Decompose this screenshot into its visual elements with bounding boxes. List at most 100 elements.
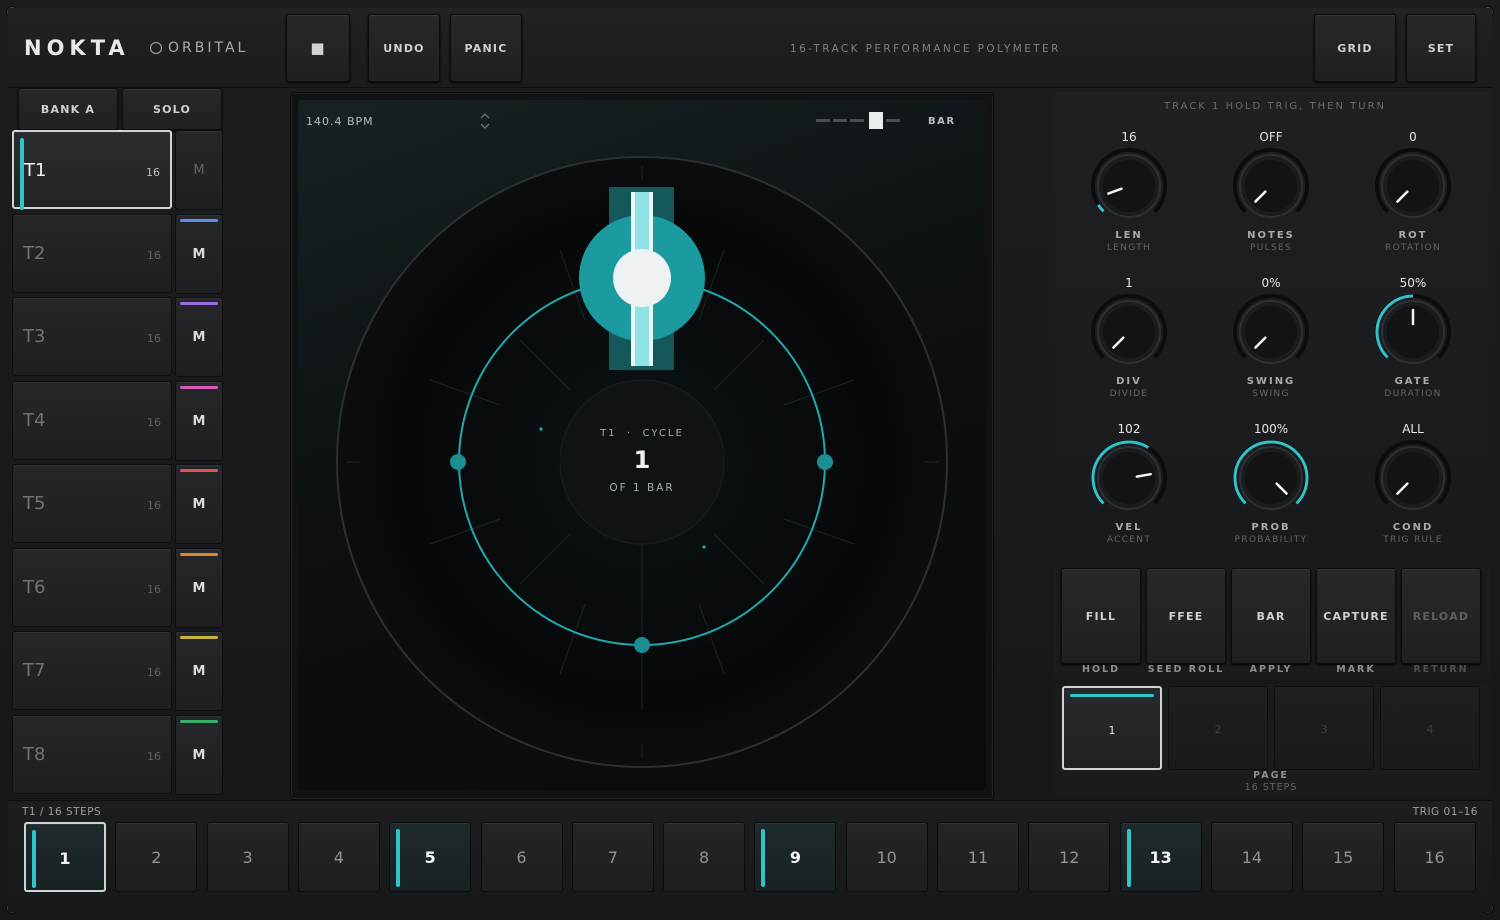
knob-notes[interactable] (1231, 146, 1311, 226)
track-name: T2 (23, 242, 46, 264)
step-button-8[interactable]: 8 (663, 822, 746, 892)
step-number: 8 (699, 848, 710, 867)
knob-sublabel: DURATION (1384, 389, 1442, 399)
knob-value: 100% (1253, 422, 1289, 436)
knob-swing[interactable] (1231, 292, 1311, 372)
action-sublabel: APPLY (1249, 664, 1293, 675)
step-number: 15 (1333, 848, 1354, 867)
step-button-7[interactable]: 7 (571, 822, 654, 892)
step-number: 6 (516, 848, 527, 867)
step-button-5[interactable]: 5 (389, 822, 472, 892)
step-button-15[interactable]: 15 (1302, 822, 1385, 892)
action-sublabel: HOLD (1082, 664, 1120, 675)
track-color-strip (180, 385, 218, 389)
step-number: 16 (1424, 848, 1445, 867)
bank-button[interactable]: BANK A (18, 88, 118, 130)
mute-button-t7[interactable]: M (175, 631, 223, 711)
mute-button-t1[interactable]: M (175, 130, 223, 210)
knob-div[interactable] (1089, 292, 1169, 372)
orbit-ring-icon (150, 42, 162, 54)
undo-button[interactable]: UNDO (368, 14, 440, 82)
step-button-3[interactable]: 3 (206, 822, 289, 892)
step-button-4[interactable]: 4 (297, 822, 380, 892)
track-step-count: 16 (147, 415, 161, 429)
tempo-stepper-icon[interactable] (478, 110, 492, 132)
page-button-3[interactable]: 3 (1274, 686, 1374, 770)
bar-scale-slider[interactable] (814, 110, 904, 132)
knob-value: OFF (1259, 130, 1283, 144)
mute-button-t4[interactable]: M (175, 380, 223, 461)
knob-prob[interactable] (1231, 438, 1311, 518)
action-fill-button[interactable]: FILL (1061, 568, 1141, 664)
track-name: T4 (23, 409, 46, 431)
knob-sublabel: PROBABILITY (1234, 535, 1308, 545)
knob-vel[interactable] (1089, 438, 1169, 518)
step-button-11[interactable]: 11 (937, 822, 1019, 892)
mute-button-t5[interactable]: M (175, 464, 223, 544)
orbit-step-marker (450, 454, 466, 470)
mode-label: ORBITAL (168, 40, 249, 56)
track-button-t3[interactable]: T3 16 (12, 297, 172, 376)
knob-value: 16 (1121, 130, 1137, 144)
page-button-1[interactable]: 1 (1062, 686, 1162, 770)
mute-label: M (192, 747, 206, 763)
mute-button-t8[interactable]: M (175, 714, 223, 795)
knob-gate[interactable] (1373, 292, 1453, 372)
action-sublabel: SEED ROLL (1147, 664, 1225, 675)
track-color-strip (180, 552, 218, 556)
track-button-t4[interactable]: T4 16 (12, 380, 172, 460)
action-reload-button[interactable]: RELOAD (1401, 568, 1481, 664)
step-track-label: T1 / 16 STEPS (22, 806, 102, 818)
knob-rot[interactable] (1373, 146, 1453, 226)
action-capture-button[interactable]: CAPTURE (1316, 568, 1396, 664)
page-sublabel: 16 STEPS (1244, 782, 1298, 793)
action-ffee-button[interactable]: FFEE (1146, 568, 1226, 664)
stop-button[interactable]: ■ (286, 14, 350, 82)
mute-label: M (192, 580, 206, 596)
track-button-t5[interactable]: T5 16 (12, 464, 172, 543)
knob-sublabel: LENGTH (1106, 243, 1152, 253)
mute-label: M (192, 497, 206, 512)
step-button-14[interactable]: 14 (1210, 822, 1293, 892)
step-button-10[interactable]: 10 (845, 822, 928, 892)
step-button-1[interactable]: 1 (24, 822, 106, 892)
track-button-t6[interactable]: T6 16 (12, 547, 172, 627)
solo-button[interactable]: SOLO (122, 88, 222, 130)
knob-cond[interactable] (1373, 438, 1453, 518)
knob-value: 0 (1409, 130, 1417, 144)
grid-button[interactable]: GRID (1314, 14, 1396, 82)
knob-label: ROT (1398, 230, 1428, 241)
step-button-16[interactable]: 16 (1393, 822, 1476, 892)
track-color-strip (180, 218, 218, 222)
step-button-2[interactable]: 2 (115, 822, 198, 892)
step-button-6[interactable]: 6 (480, 822, 563, 892)
track-step-count: 16 (146, 166, 160, 179)
mute-button-t3[interactable]: M (175, 297, 223, 377)
tempo-readout[interactable]: 140.4 BPM (306, 115, 374, 128)
knob-len[interactable] (1089, 146, 1169, 226)
panic-button[interactable]: PANIC (450, 14, 522, 82)
action-bar-button[interactable]: BAR (1231, 568, 1311, 664)
track-button-t7[interactable]: T7 16 (12, 631, 172, 710)
track-name: T3 (23, 326, 46, 347)
page-button-4[interactable]: 4 (1380, 686, 1480, 770)
page-active-indicator (1070, 694, 1154, 697)
page-button-2[interactable]: 2 (1168, 686, 1268, 770)
step-button-9[interactable]: 9 (754, 822, 837, 892)
step-button-13[interactable]: 13 (1119, 822, 1202, 892)
knob-label: DIV (1116, 376, 1142, 387)
playhead-dot (613, 249, 671, 307)
mute-button-t2[interactable]: M (175, 213, 223, 294)
brand-logo: NOKTA (24, 36, 130, 60)
track-step-count: 16 (147, 248, 161, 262)
knob-sublabel: DIVIDE (1109, 389, 1149, 399)
mute-button-t6[interactable]: M (175, 547, 223, 628)
set-button[interactable]: SET (1406, 14, 1476, 82)
track-name: T8 (23, 743, 46, 765)
track-name: T1 (24, 160, 47, 181)
mode-indicator: ORBITAL (150, 40, 248, 56)
step-button-12[interactable]: 12 (1028, 822, 1111, 892)
track-button-t2[interactable]: T2 16 (12, 213, 172, 293)
track-button-t8[interactable]: T8 16 (12, 714, 172, 794)
track-button-t1[interactable]: T1 16 (12, 130, 172, 210)
